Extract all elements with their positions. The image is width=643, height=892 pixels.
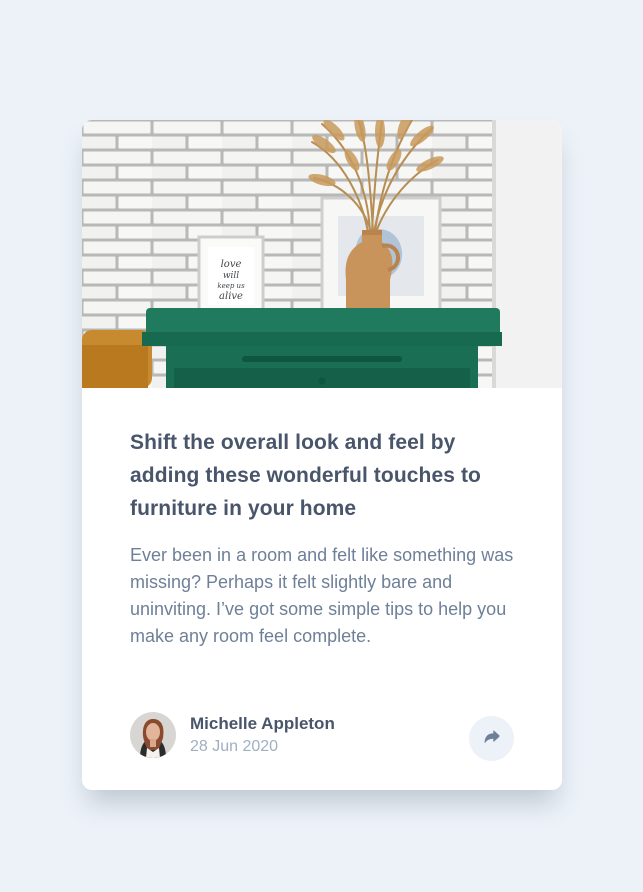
share-button[interactable]: [469, 716, 514, 761]
author-name: Michelle Appleton: [190, 714, 335, 733]
publish-date: 28 Jun 2020: [190, 738, 279, 755]
article-hero-image: love will keep us alive: [82, 120, 562, 388]
svg-text:will: will: [223, 271, 239, 281]
svg-text:alive: alive: [219, 291, 243, 302]
article-footer: Michelle Appleton 28 Jun 2020: [130, 712, 514, 761]
article-title: Shift the overall look and feel by addin…: [130, 431, 481, 520]
article-description: Ever been in a room and felt like someth…: [130, 545, 514, 646]
svg-text:love: love: [221, 259, 242, 270]
svg-text:keep us: keep us: [217, 282, 245, 290]
share-icon: [484, 730, 500, 747]
article-preview-card: love will keep us alive Shift the overal…: [82, 120, 562, 790]
author-avatar: [130, 712, 176, 758]
